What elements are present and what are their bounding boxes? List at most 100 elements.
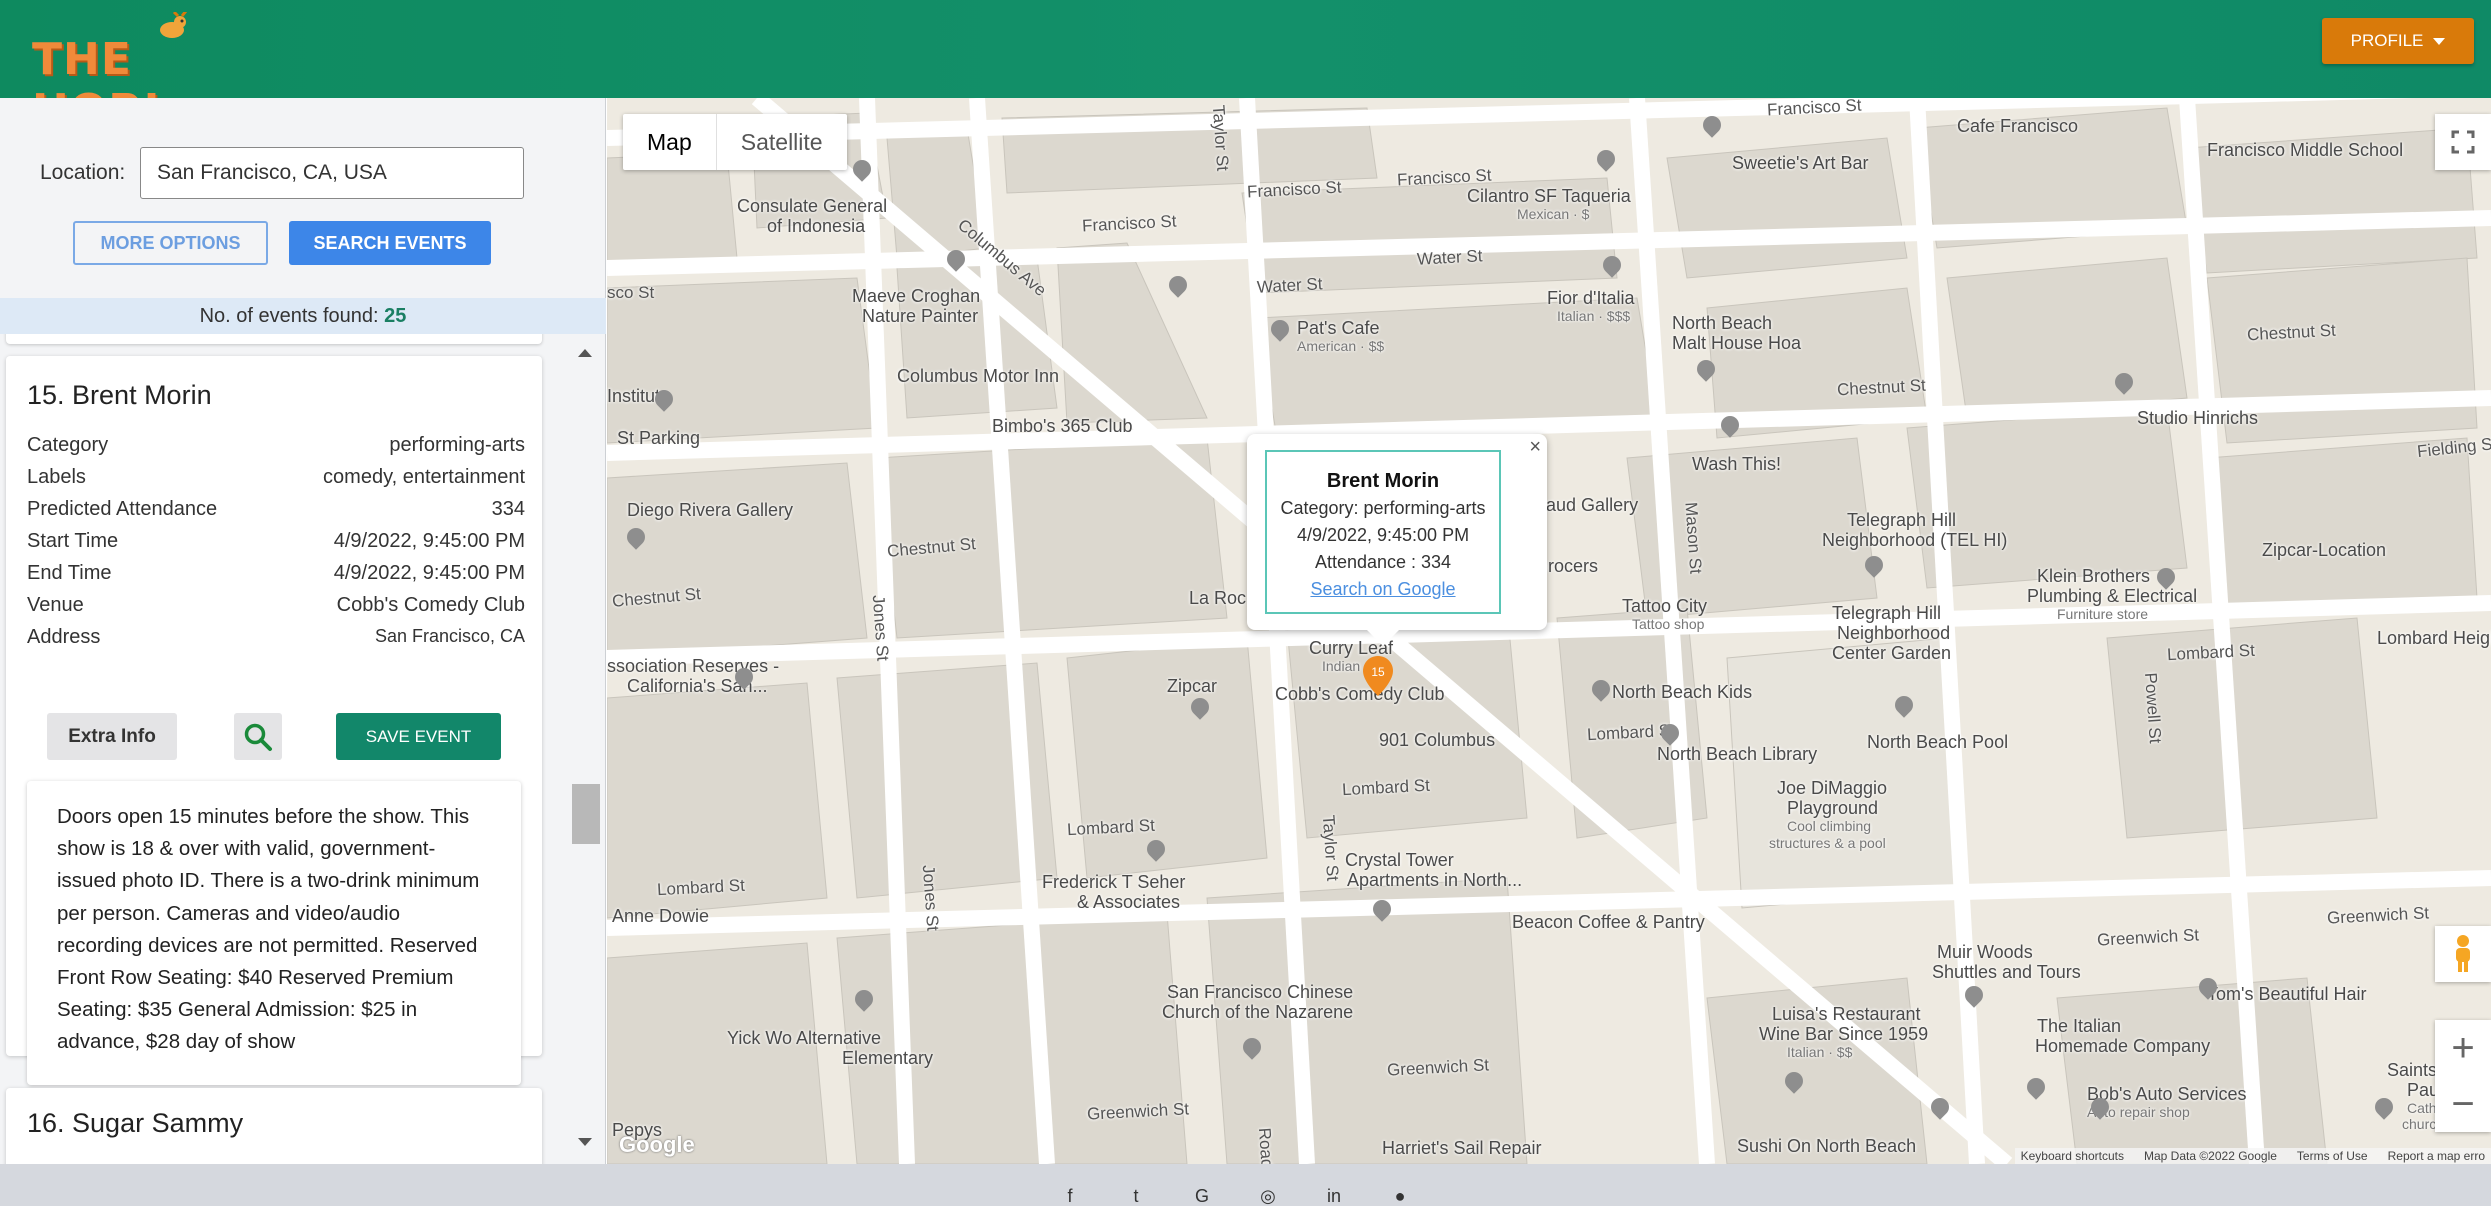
scrollbar-thumb[interactable]	[572, 784, 600, 844]
place-label[interactable]: Muir Woods	[1937, 942, 2033, 963]
app-header: THE HOP! PROFILE	[0, 0, 2491, 136]
info-title: Brent Morin	[1326, 470, 1440, 492]
place-label[interactable]: Bimbo's 365 Club	[992, 416, 1133, 437]
place-label[interactable]: ssociation Reserves -	[607, 656, 779, 677]
place-label[interactable]: Pat's Cafe	[1297, 318, 1379, 339]
zoom-in-button[interactable]: +	[2435, 1020, 2491, 1076]
detail-row-attendance: Predicted Attendance 334	[27, 498, 525, 530]
detail-value: 334	[491, 498, 525, 520]
place-label[interactable]: 901 Columbus	[1379, 730, 1495, 751]
zoom-out-button[interactable]: −	[2435, 1076, 2491, 1132]
detail-value: 4/9/2022, 9:45:00 PM	[333, 530, 525, 552]
map-type-control: Map Satellite	[623, 114, 847, 170]
place-label[interactable]: Telegraph Hill	[1847, 510, 1956, 531]
scroll-up-arrow-icon[interactable]	[578, 349, 592, 357]
extra-info-button[interactable]: Extra Info	[47, 713, 177, 760]
place-label[interactable]: Beacon Coffee & Pantry	[1512, 912, 1705, 933]
place-label[interactable]: Lombard Heights M	[2377, 628, 2491, 649]
event-marker-icon[interactable]: 15	[1363, 656, 1393, 696]
place-label[interactable]: North Beach Library	[1657, 744, 1817, 765]
place-label[interactable]: Cafe Francisco	[1957, 116, 2078, 137]
place-label: of Indonesia	[767, 216, 866, 236]
report-error-link[interactable]: Report a map erro	[2388, 1148, 2485, 1164]
place-label[interactable]: Sushi On North Beach	[1737, 1136, 1916, 1157]
event-list[interactable]: 15. Brent Morin Category performing-arts…	[0, 334, 606, 1164]
search-events-button[interactable]: SEARCH EVENTS	[289, 221, 491, 265]
place-label[interactable]: Tattoo City	[1622, 596, 1707, 617]
place-label[interactable]: Cilantro SF Taqueria	[1467, 186, 1631, 207]
map-type-map-button[interactable]: Map	[623, 114, 717, 170]
place-label[interactable]: Consulate General	[737, 196, 887, 217]
scrollbar[interactable]	[571, 334, 591, 1164]
google-logo[interactable]: Google	[619, 1132, 695, 1158]
place-label[interactable]: Diego Rivera Gallery	[627, 500, 793, 521]
place-label[interactable]: St Parking	[617, 428, 700, 449]
detail-label: Venue	[27, 594, 84, 616]
map-type-satellite-button[interactable]: Satellite	[717, 114, 847, 170]
place-label[interactable]: The Italian	[2037, 1016, 2121, 1037]
logo[interactable]: THE HOP!	[32, 12, 232, 136]
place-label[interactable]: Zipcar-Location	[2262, 540, 2386, 561]
place-label[interactable]: Tom's Beautiful Hair	[2207, 984, 2367, 1005]
place-label[interactable]: Luisa's Restaurant	[1772, 1004, 1921, 1025]
fullscreen-button[interactable]	[2435, 114, 2491, 170]
place-label[interactable]: Frederick T Seher	[1042, 872, 1185, 893]
place-label[interactable]: Francisco Middle School	[2207, 140, 2403, 161]
place-label: Apartments in North...	[1347, 870, 1523, 890]
place-sublabel: Indian	[1322, 658, 1361, 674]
profile-button[interactable]: PROFILE	[2322, 18, 2474, 64]
place-label[interactable]: Klein Brothers	[2037, 566, 2150, 587]
place-label[interactable]: North Beach	[1672, 313, 1772, 334]
place-label[interactable]: Fior d'Italia	[1547, 288, 1634, 309]
place-label: & Associates	[1077, 892, 1181, 912]
street-view-button[interactable]	[2435, 926, 2491, 982]
street-label: Water St	[1416, 246, 1483, 269]
place-label[interactable]: Telegraph Hill	[1832, 603, 1941, 624]
linkedin-icon[interactable]: in	[1324, 1186, 1344, 1206]
place-label[interactable]: Columbus Motor Inn	[897, 366, 1059, 387]
place-label[interactable]: Crystal Tower	[1345, 850, 1454, 871]
location-row: Location:	[40, 147, 524, 199]
place-label[interactable]: North Beach Kids	[1612, 682, 1752, 703]
place-label[interactable]: Anne Dowie	[612, 906, 709, 927]
place-label[interactable]: Harriet's Sail Repair	[1382, 1138, 1542, 1159]
keyboard-shortcuts-link[interactable]: Keyboard shortcuts	[2021, 1148, 2124, 1164]
facebook-icon[interactable]: f	[1060, 1186, 1080, 1206]
map[interactable]: Francisco St Francisco St Francisco St F…	[607, 98, 2491, 1164]
scroll-down-arrow-icon[interactable]	[578, 1138, 592, 1146]
search-google-button[interactable]	[234, 713, 282, 760]
place-label[interactable]: Bob's Auto Services	[2087, 1084, 2247, 1105]
place-label[interactable]: Yick Wo Alternative	[727, 1028, 881, 1049]
place-label: Center Garden	[1832, 643, 1952, 663]
twitter-icon[interactable]: t	[1126, 1186, 1146, 1206]
map-data-text: Map Data ©2022 Google	[2143, 1149, 2277, 1163]
place-label[interactable]: Zipcar	[1167, 676, 1217, 697]
place-label[interactable]: North Beach Pool	[1867, 732, 2008, 753]
place-label[interactable]: La Roc	[1189, 588, 1246, 609]
events-count-label: No. of events found:	[199, 305, 379, 327]
github-icon[interactable]: ●	[1390, 1186, 1410, 1206]
place-label[interactable]: San Francisco Chinese	[1167, 982, 1353, 1003]
place-label[interactable]: Maeve Croghan	[852, 286, 980, 307]
save-event-button[interactable]: SAVE EVENT	[336, 713, 501, 760]
next-event-card[interactable]: 16. Sugar Sammy	[6, 1088, 542, 1164]
location-input[interactable]	[140, 147, 524, 199]
place-label[interactable]: Studio Hinrichs	[2137, 408, 2258, 429]
instagram-icon[interactable]: ◎	[1258, 1186, 1278, 1206]
place-label[interactable]: Wash This!	[1692, 454, 1781, 475]
place-label[interactable]: Joe DiMaggio	[1777, 778, 1887, 799]
footer: f t G ◎ in ●	[0, 1164, 2491, 1206]
more-options-button[interactable]: MORE OPTIONS	[73, 221, 268, 265]
search-on-google-link[interactable]: Search on Google	[1310, 579, 1455, 599]
detail-label: Labels	[27, 466, 86, 488]
place-label[interactable]: Sweetie's Art Bar	[1732, 153, 1869, 174]
place-label: Nature Painter	[862, 306, 979, 326]
close-icon[interactable]: ×	[1529, 436, 1541, 459]
place-label[interactable]: Cobb's Comedy Club	[1275, 684, 1445, 705]
place-label: Church of the Nazarene	[1162, 1002, 1354, 1022]
terms-link[interactable]: Terms of Use	[2297, 1148, 2368, 1164]
google-icon[interactable]: G	[1192, 1186, 1212, 1206]
place-label: Neighborhood	[1837, 623, 1951, 643]
detail-label: Start Time	[27, 530, 119, 552]
detail-value: San Francisco, CA	[374, 626, 525, 646]
